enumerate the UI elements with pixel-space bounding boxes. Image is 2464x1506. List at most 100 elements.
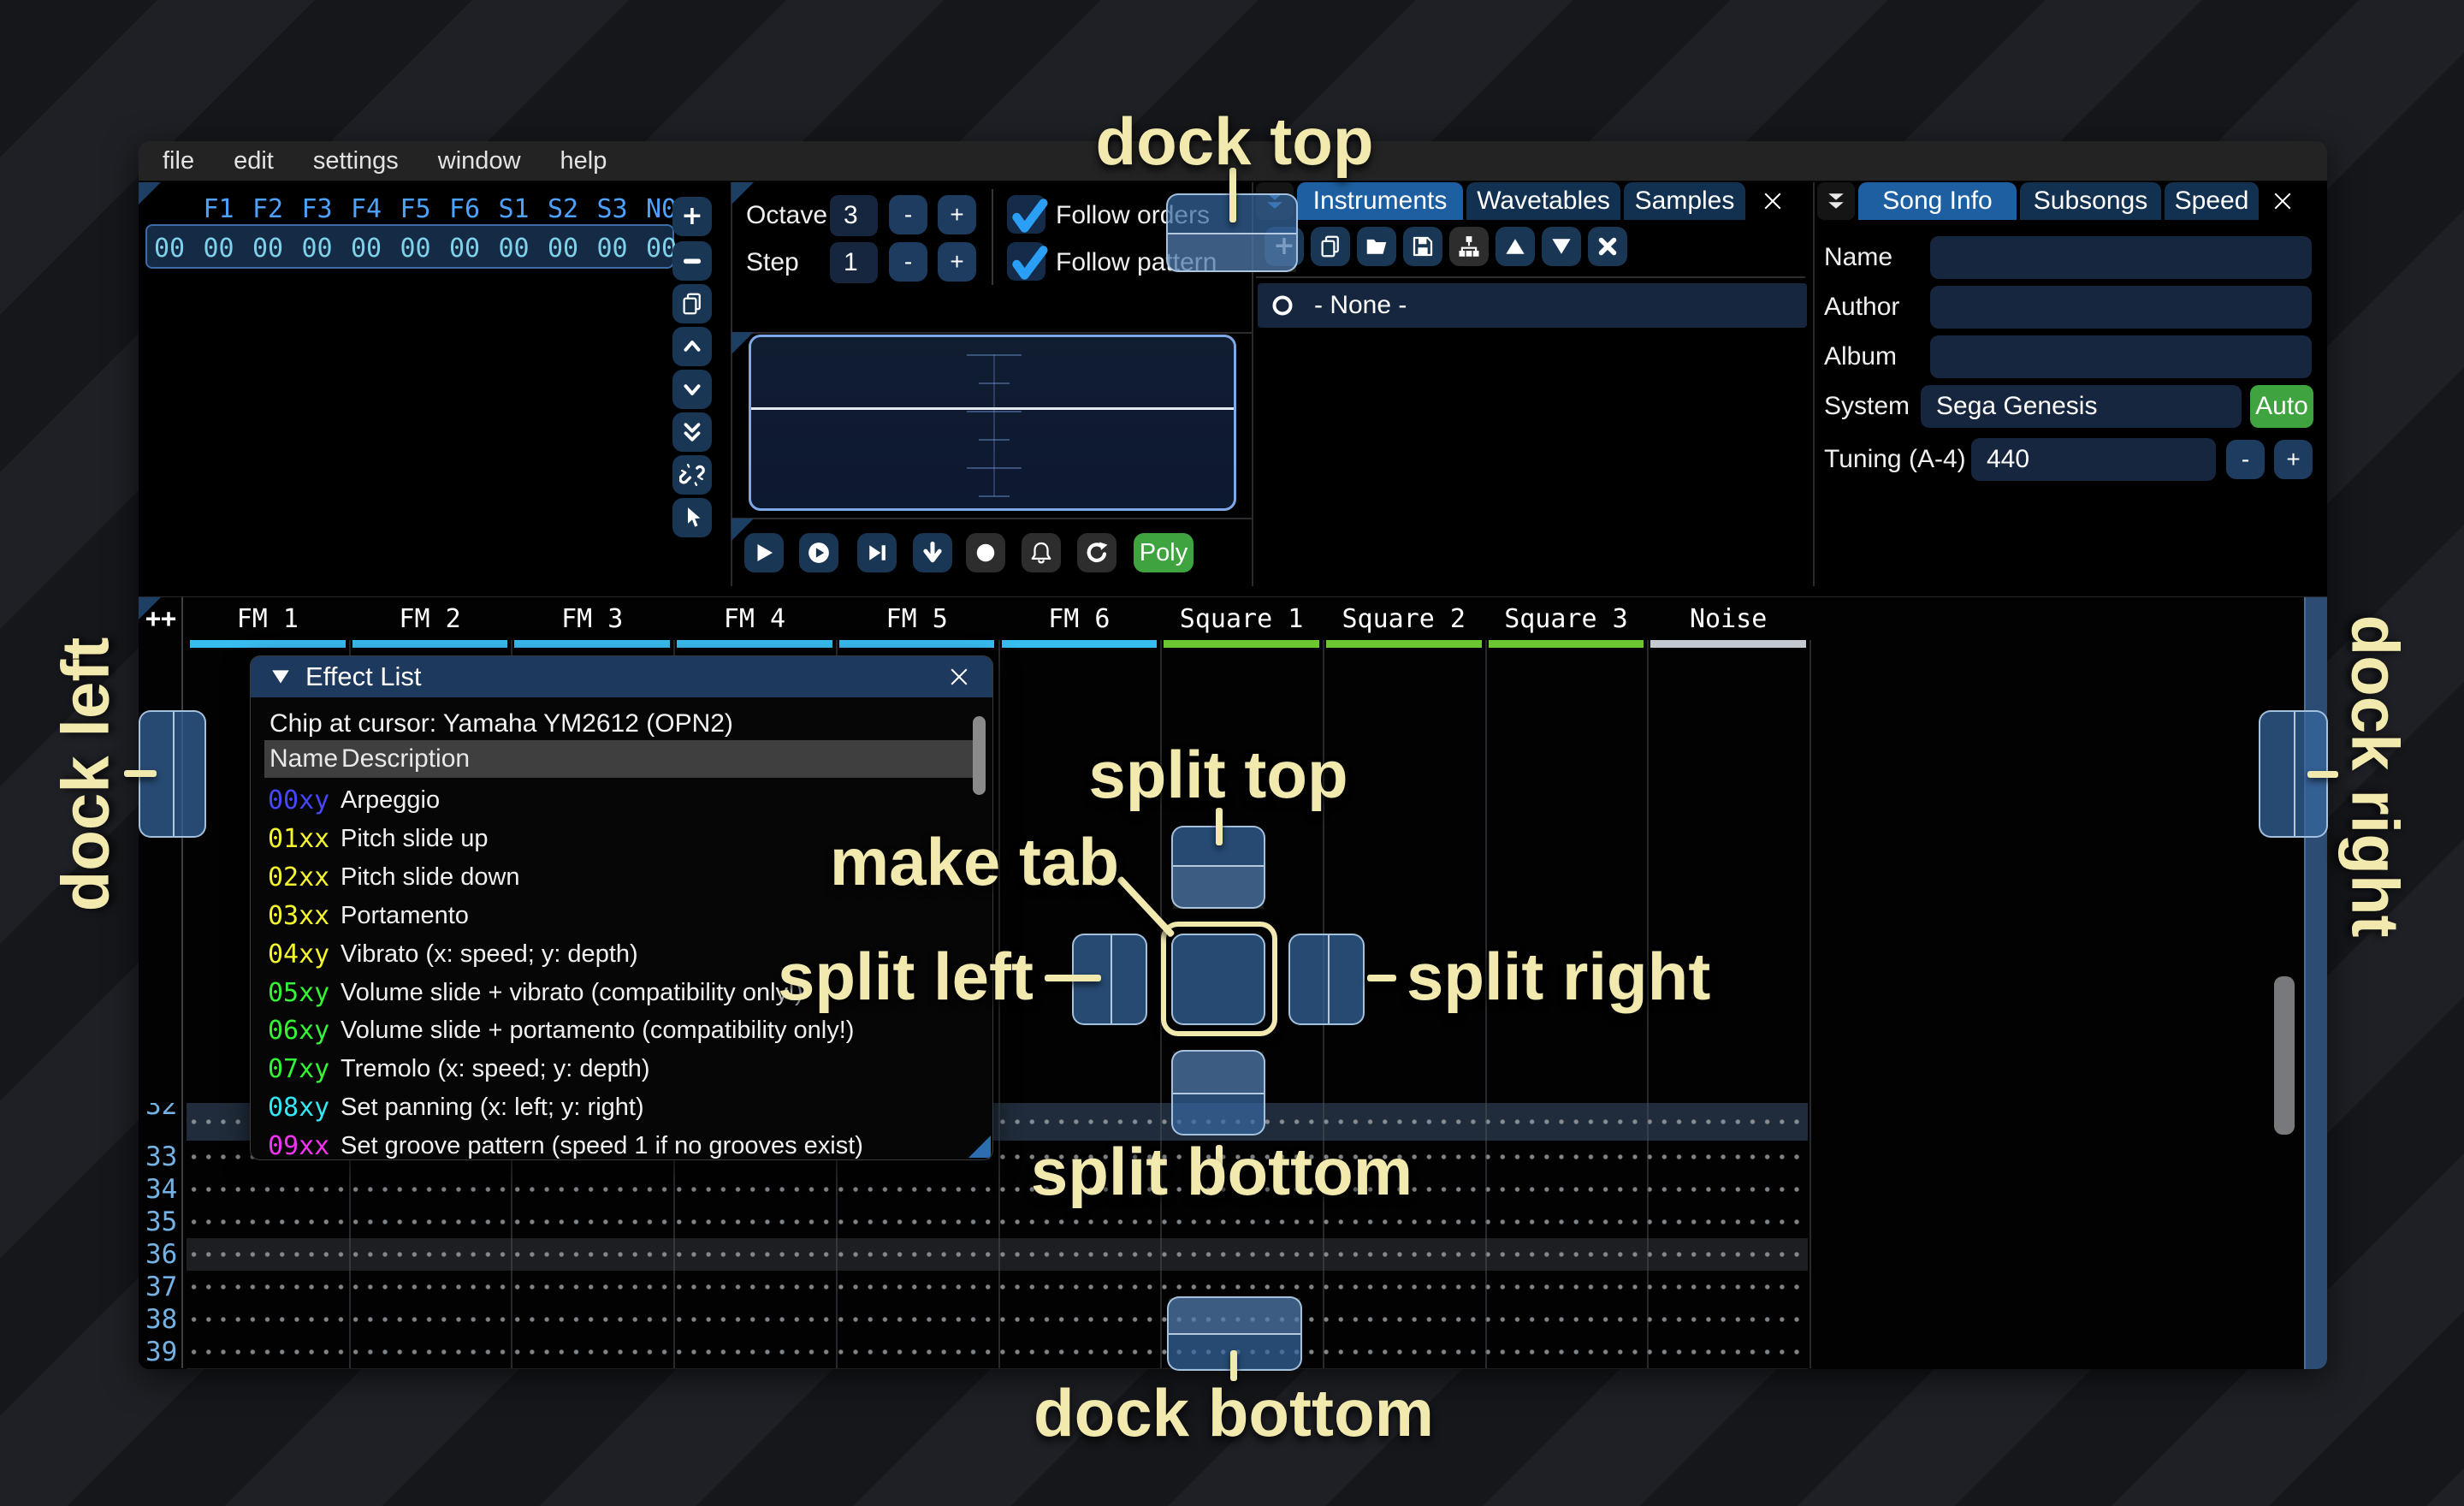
- order-row-index[interactable]: 00: [154, 234, 185, 264]
- row-cells[interactable]: [187, 1368, 1808, 1369]
- order-value-cell[interactable]: 00: [449, 234, 480, 264]
- follow-pattern-checkbox[interactable]: [1007, 242, 1045, 281]
- effect-row[interactable]: 07xyTremolo (x: speed; y: depth): [251, 1050, 992, 1088]
- pattern-corner-expand[interactable]: ++: [145, 604, 176, 634]
- pattern-scrollbar[interactable]: [2274, 976, 2295, 1135]
- channel-header-noise[interactable]: Noise: [1690, 604, 1767, 634]
- metronome-button[interactable]: [1022, 533, 1061, 572]
- octave-value[interactable]: 3: [830, 195, 878, 236]
- step-minus-button[interactable]: -: [889, 242, 927, 282]
- move-instrument-up-button[interactable]: [1496, 227, 1535, 266]
- system-input[interactable]: Sega Genesis: [1921, 385, 2242, 428]
- poly-toggle-button[interactable]: Poly: [1134, 533, 1194, 572]
- step-down-button[interactable]: [913, 533, 952, 572]
- octave-plus-button[interactable]: +: [938, 195, 976, 234]
- tuning-plus-button[interactable]: +: [2274, 440, 2313, 479]
- tab-wavetables[interactable]: Wavetables: [1466, 182, 1620, 220]
- tab-subsongs[interactable]: Subsongs: [2020, 182, 2161, 220]
- add-order-button[interactable]: +: [672, 197, 712, 236]
- play-one-row-button[interactable]: [857, 533, 897, 572]
- channel-header-fm-4[interactable]: FM 4: [724, 604, 785, 634]
- channel-header-square-1[interactable]: Square 1: [1180, 604, 1304, 634]
- tuning-input[interactable]: 440: [1971, 438, 2216, 481]
- order-value-cell[interactable]: 00: [400, 234, 431, 264]
- play-button[interactable]: [744, 533, 784, 572]
- effect-row[interactable]: 08xySet panning (x: left; y: right): [251, 1088, 992, 1127]
- move-order-up-button[interactable]: [672, 327, 712, 366]
- instrument-folders-button[interactable]: [1449, 227, 1489, 266]
- menu-item-file[interactable]: file: [163, 147, 194, 175]
- song-author-input[interactable]: [1930, 286, 2312, 329]
- open-instrument-button[interactable]: [1357, 227, 1396, 266]
- move-order-down-button[interactable]: [672, 370, 712, 409]
- row-cells[interactable]: [187, 1206, 1808, 1238]
- instrument-list-item[interactable]: - None -: [1258, 283, 1807, 328]
- channel-header-fm-6[interactable]: FM 6: [1048, 604, 1110, 634]
- resize-grip[interactable]: [968, 1135, 991, 1158]
- save-instrument-button[interactable]: [1403, 227, 1442, 266]
- octave-minus-button[interactable]: -: [889, 195, 927, 234]
- row-cells[interactable]: [187, 1271, 1808, 1303]
- effect-table-header[interactable]: Name Description: [264, 740, 977, 778]
- step-plus-button[interactable]: +: [938, 242, 976, 282]
- move-instrument-down-button[interactable]: [1542, 227, 1581, 266]
- split-target-bottom[interactable]: [1171, 1050, 1265, 1135]
- order-value-cell[interactable]: 00: [548, 234, 578, 264]
- tab-instruments[interactable]: Instruments: [1297, 182, 1463, 220]
- tab-song-info[interactable]: Song Info: [1858, 182, 2017, 220]
- effect-row[interactable]: 00xyArpeggio: [251, 781, 992, 820]
- delete-instrument-button[interactable]: [1588, 227, 1627, 266]
- effect-row[interactable]: 03xxPortamento: [251, 897, 992, 935]
- channel-header-fm-3[interactable]: FM 3: [561, 604, 623, 634]
- effect-row[interactable]: 06xyVolume slide + portamento (compatibi…: [251, 1011, 992, 1050]
- song-name-input[interactable]: [1930, 236, 2312, 279]
- channel-header-square-2[interactable]: Square 2: [1342, 604, 1466, 634]
- channel-header-fm-5[interactable]: FM 5: [886, 604, 948, 634]
- remove-order-button[interactable]: [672, 241, 712, 281]
- effect-list-window[interactable]: Effect List Chip at cursor: Yamaha YM261…: [250, 655, 993, 1160]
- tab-samples[interactable]: Samples: [1624, 182, 1745, 220]
- channel-header-fm-1[interactable]: FM 1: [237, 604, 299, 634]
- duplicate-to-end-button[interactable]: [672, 412, 712, 452]
- order-value-cell[interactable]: 00: [597, 234, 628, 264]
- tuning-minus-button[interactable]: -: [2226, 440, 2265, 479]
- order-value-cell[interactable]: 00: [252, 234, 283, 264]
- menu-item-window[interactable]: window: [438, 147, 521, 175]
- song-album-input[interactable]: [1930, 335, 2312, 378]
- channel-header-square-3[interactable]: Square 3: [1504, 604, 1628, 634]
- repeat-pattern-button[interactable]: [1077, 533, 1116, 572]
- order-value-cell[interactable]: 00: [204, 234, 234, 264]
- effect-list-titlebar[interactable]: Effect List: [251, 656, 992, 697]
- pattern-row[interactable]: 36: [139, 1238, 2327, 1271]
- row-cells[interactable]: [187, 1303, 1808, 1336]
- split-target-right[interactable]: [1288, 934, 1365, 1025]
- order-value-cell[interactable]: 00: [302, 234, 333, 264]
- menu-item-edit[interactable]: edit: [234, 147, 274, 175]
- instruments-close-button[interactable]: [1756, 182, 1790, 220]
- system-auto-button[interactable]: Auto: [2250, 385, 2313, 428]
- close-icon[interactable]: [946, 664, 972, 690]
- duplicate-instrument-button[interactable]: [1311, 227, 1350, 266]
- menu-item-help[interactable]: help: [560, 147, 607, 175]
- order-value-cell[interactable]: 00: [499, 234, 530, 264]
- menu-item-settings[interactable]: settings: [313, 147, 399, 175]
- order-value-cell[interactable]: 00: [351, 234, 382, 264]
- follow-orders-checkbox[interactable]: [1007, 195, 1045, 234]
- record-button[interactable]: [966, 533, 1005, 572]
- row-cells[interactable]: [187, 1238, 1808, 1271]
- effect-row[interactable]: 09xxSet groove pattern (speed 1 if no gr…: [251, 1127, 992, 1160]
- song-info-close-button[interactable]: [2266, 182, 2300, 220]
- step-value[interactable]: 1: [830, 242, 878, 283]
- deep-clone-button[interactable]: [672, 455, 712, 495]
- order-edit-mode-button[interactable]: [672, 498, 712, 537]
- row-cells[interactable]: [187, 1336, 1808, 1368]
- effect-description-column[interactable]: Description: [341, 744, 470, 774]
- row-cells[interactable]: [187, 1173, 1808, 1206]
- song-info-collapse-button[interactable]: [1817, 182, 1855, 220]
- effect-list-scrollbar[interactable]: [973, 716, 986, 795]
- duplicate-order-button[interactable]: [672, 284, 712, 323]
- play-from-start-button[interactable]: [799, 533, 838, 572]
- collapse-triangle-icon[interactable]: [270, 666, 292, 688]
- channel-header-fm-2[interactable]: FM 2: [399, 604, 460, 634]
- effect-name-column[interactable]: Name: [270, 744, 338, 774]
